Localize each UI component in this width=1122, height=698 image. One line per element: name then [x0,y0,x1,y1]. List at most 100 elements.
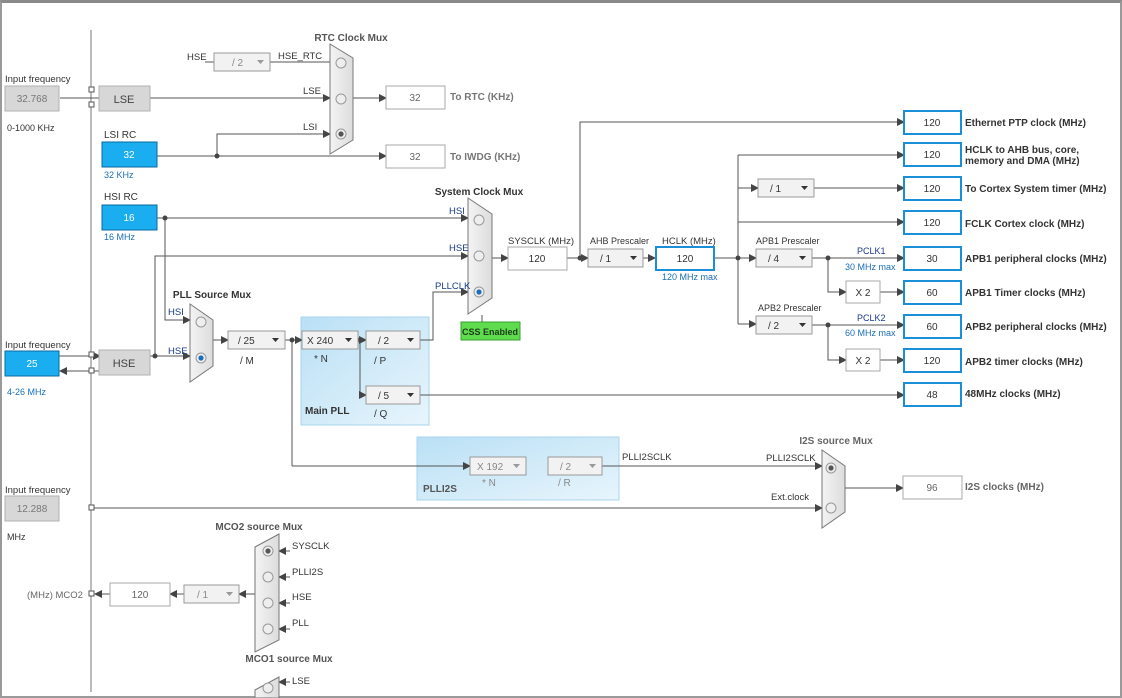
i2s-source-mux[interactable] [821,449,846,529]
iwdg-label: To IWDG (KHz) [450,152,520,163]
pclk2-label: PCLK2 [857,313,886,323]
sysclk-label: SYSCLK (MHz) [508,236,574,247]
hsi-unit: 16 MHz [104,232,136,242]
sys-mux-pllclk: PLLCLK [435,281,471,292]
out-label-2: To Cortex System timer (MHz) [965,184,1107,195]
out-value-5: 60 [926,288,938,299]
out-value-6: 60 [926,322,938,333]
mco2-pll: PLL [292,618,309,629]
mco2-mux-selected [265,548,271,554]
out-label-4: APB1 peripheral clocks (MHz) [965,254,1107,265]
iwdg-value: 32 [409,152,421,163]
i2s-mux-selected [828,465,834,471]
pll-src-title: PLL Source Mux [173,290,252,301]
rtc-label: To RTC (KHz) [450,92,514,103]
css-enabled-label: CSS Enabled [462,327,518,337]
plli2s-r-label: / R [558,478,571,489]
out-value-1: 120 [924,150,941,161]
rtc-mux-title: RTC Clock Mux [314,33,388,44]
out-label-6: APB2 peripheral clocks (MHz) [965,322,1107,333]
hclk-label: HCLK (MHz) [662,236,716,247]
in-freq-label-1: Input frequency [5,74,71,85]
i2s-mux-ext: Ext.clock [771,492,809,503]
mco2-value: 120 [132,590,149,601]
pll-m-label: / M [240,356,254,367]
sys-mux-title: System Clock Mux [435,187,524,198]
out-value-2: 120 [924,184,941,195]
plli2s-title: PLLI2S [423,484,457,495]
plli2s-n-value: X 192 [477,462,504,473]
pclk1-max: 30 MHz max [845,262,896,272]
pll-n-label: * N [314,354,328,365]
apb2-label: APB2 Prescaler [758,303,822,313]
hclk-max: 120 MHz max [662,272,718,282]
x2a-value: X 2 [855,288,870,299]
out-label-5: APB1 Timer clocks (MHz) [965,288,1085,299]
pll-m-value: / 25 [238,336,255,347]
mco2-div-value: / 1 [197,590,209,601]
x2b-value: X 2 [855,356,870,367]
mco1-lse: LSE [292,676,310,687]
mco2-label: (MHz) MCO2 [27,590,83,601]
clock-tree-diagram: Input frequency 32.768 0-1000 KHz LSE LS… [4,30,1107,698]
mco1-title: MCO1 source Mux [245,654,333,665]
sys-mux-hsi: HSI [449,206,465,217]
i2s-value: 96 [926,483,938,494]
i2s-input-unit: MHz [7,532,26,542]
lsi-value: 32 [123,150,135,161]
out-value-4: 30 [926,254,938,265]
lse-input-value: 32.768 [17,94,48,105]
out-value-8: 48 [926,390,938,401]
out-label-0: Ethernet PTP clock (MHz) [965,118,1086,129]
sysclk-value: 120 [529,254,546,265]
hse-box-label: HSE [113,358,136,370]
hse-input-value: 25 [26,359,38,370]
pll-src-hsi: HSI [168,307,184,318]
rtc-lsi-label: LSI [303,122,317,133]
out-label-7: APB2 timer clocks (MHz) [965,357,1083,368]
lse-box-label: LSE [114,94,135,106]
plli2s-r-value: / 2 [560,462,572,473]
out-label-8: 48MHz clocks (MHz) [965,389,1061,400]
rtc-div-value: / 2 [232,58,244,69]
pll-src-hse: HSE [168,346,188,357]
rtc-value: 32 [409,93,421,104]
pll-p-value: / 2 [378,336,390,347]
pll-q-label: / Q [374,409,388,420]
hclk-value: 120 [677,254,694,265]
lsi-title: LSI RC [104,130,136,141]
i2s-input-value: 12.288 [17,504,48,515]
mco2-plli2s: PLLI2S [292,567,323,578]
out-label-3: FCLK Cortex clock (MHz) [965,219,1084,230]
hse-range: 4-26 MHz [7,387,47,397]
apb1-value: / 4 [768,254,780,265]
rtc-mux-selected [338,131,344,137]
in-freq-label-2: Input frequency [5,340,71,351]
pll-q-value: / 5 [378,391,390,402]
pll-source-mux[interactable] [189,303,214,383]
ahb-label: AHB Prescaler [590,236,649,246]
out-value-3: 120 [924,218,941,229]
in-freq-label-3: Input frequency [5,485,71,496]
i2s-label: I2S clocks (MHz) [965,482,1044,493]
i2s-mux-title: I2S source Mux [799,436,873,447]
out-label-1: HCLK to AHB bus, core, [965,145,1079,156]
pclk1-label: PCLK1 [857,246,886,256]
mco2-title: MCO2 source Mux [215,522,303,533]
main-pll-title: Main PLL [305,406,349,417]
out-label-1b: memory and DMA (MHz) [965,156,1080,167]
pclk2-max: 60 MHz max [845,328,896,338]
pll-src-selected [198,355,204,361]
mco2-hse: HSE [292,592,312,603]
plli2s-n-label: * N [482,478,496,489]
mco2-sysclk: SYSCLK [292,541,330,552]
plli2s-out-label: PLLI2SCLK [622,452,672,463]
pll-n-value: X 240 [307,336,334,347]
sys-mux-hse: HSE [449,243,469,254]
apb2-value: / 2 [768,321,780,332]
rtc-hse-rtc-label: HSE_RTC [278,51,322,62]
apb1-label: APB1 Prescaler [756,236,820,246]
ahb-value: / 1 [600,254,612,265]
out-value-7: 120 [924,356,941,367]
pll-p-label: / P [374,356,387,367]
